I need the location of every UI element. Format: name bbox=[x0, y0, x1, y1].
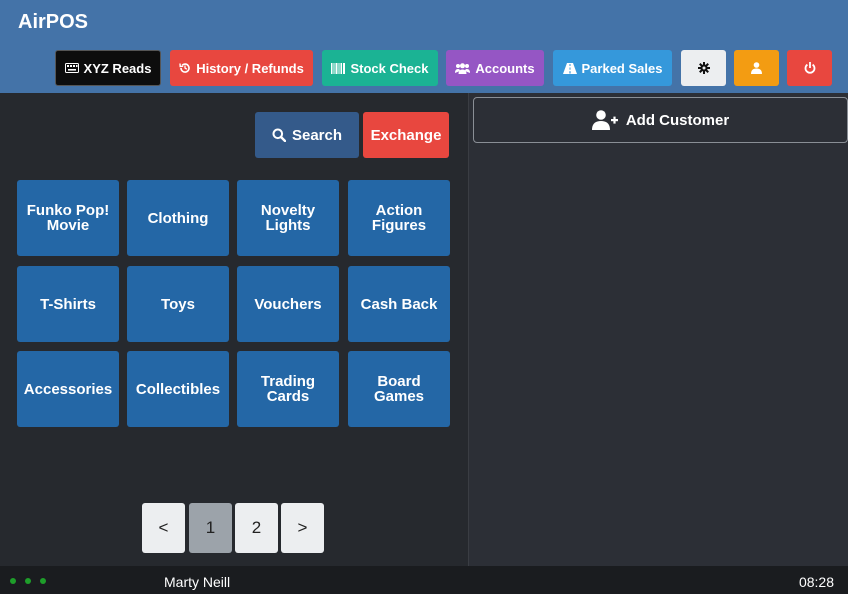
category-tile[interactable]: Accessories bbox=[17, 351, 119, 427]
status-bar: Marty Neill 08:28 bbox=[0, 566, 848, 594]
clock: 08:28 bbox=[798, 574, 834, 590]
category-tile[interactable]: Toys bbox=[127, 266, 229, 342]
category-tile-label: Toys bbox=[161, 295, 195, 313]
prev-page-button[interactable]: < bbox=[142, 503, 185, 553]
category-tile[interactable]: Funko Pop! Movie bbox=[17, 180, 119, 256]
history-icon bbox=[179, 63, 190, 73]
category-tile-label: Vouchers bbox=[254, 295, 322, 313]
category-tile-label: Action Figures bbox=[371, 202, 427, 234]
category-tile-label: Collectibles bbox=[135, 380, 221, 398]
category-tile-label: Cash Back bbox=[360, 295, 438, 313]
users-icon bbox=[455, 62, 471, 74]
category-tile-label: Board Games bbox=[373, 373, 425, 405]
user-plus-icon bbox=[591, 110, 618, 130]
add-customer-button[interactable]: Add Customer bbox=[473, 97, 848, 143]
category-tile-label: Novelty Lights bbox=[260, 202, 316, 234]
category-tile-label: Trading Cards bbox=[260, 373, 316, 405]
stock-check-label: Stock Check bbox=[350, 60, 429, 76]
search-button[interactable]: Search bbox=[255, 112, 359, 158]
category-tile[interactable]: Board Games bbox=[348, 351, 450, 427]
category-tile-label: Accessories bbox=[23, 380, 113, 398]
stock-check-button[interactable]: Stock Check bbox=[322, 50, 438, 86]
search-icon bbox=[272, 128, 286, 142]
keyboard-icon bbox=[64, 63, 79, 73]
category-tile[interactable]: Cash Back bbox=[348, 266, 450, 342]
parked-sales-button[interactable]: Parked Sales bbox=[553, 50, 672, 86]
app-title: AirPOS bbox=[18, 11, 89, 33]
road-icon bbox=[562, 62, 577, 74]
exchange-label: Exchange bbox=[370, 126, 442, 144]
page-2-button[interactable]: 2 bbox=[235, 503, 278, 553]
logout-button[interactable] bbox=[787, 50, 832, 86]
history-refunds-label: History / Refunds bbox=[196, 60, 304, 76]
category-tile[interactable]: Vouchers bbox=[237, 266, 339, 342]
search-label: Search bbox=[291, 126, 343, 144]
xyz-reads-label: XYZ Reads bbox=[83, 60, 152, 76]
page-2-label: 2 bbox=[251, 518, 262, 537]
category-tile-label: Funko Pop! Movie bbox=[26, 202, 110, 234]
category-tile-label: Clothing bbox=[147, 209, 209, 227]
history-refunds-button[interactable]: History / Refunds bbox=[170, 50, 313, 86]
prev-page-label: < bbox=[158, 518, 169, 537]
user-button[interactable] bbox=[734, 50, 779, 86]
next-page-button[interactable]: > bbox=[281, 503, 324, 553]
barcode-icon bbox=[331, 62, 346, 74]
category-tile[interactable]: Action Figures bbox=[348, 180, 450, 256]
page-1-button[interactable]: 1 bbox=[189, 503, 232, 553]
connection-status-icon bbox=[10, 578, 46, 584]
category-tile[interactable]: Collectibles bbox=[127, 351, 229, 427]
category-tile-label: T-Shirts bbox=[40, 295, 96, 313]
category-tile[interactable]: T-Shirts bbox=[17, 266, 119, 342]
add-customer-label: Add Customer bbox=[625, 111, 730, 129]
power-icon bbox=[804, 62, 815, 74]
category-tile[interactable]: Trading Cards bbox=[237, 351, 339, 427]
category-tile[interactable]: Clothing bbox=[127, 180, 229, 256]
xyz-reads-button[interactable]: XYZ Reads bbox=[55, 50, 161, 86]
next-page-label: > bbox=[297, 518, 308, 537]
accounts-label: Accounts bbox=[475, 60, 535, 76]
accounts-button[interactable]: Accounts bbox=[446, 50, 544, 86]
header-bar: AirPOS XYZ Reads History / Refunds Stock… bbox=[0, 0, 848, 93]
exchange-button[interactable]: Exchange bbox=[363, 112, 449, 158]
parked-sales-label: Parked Sales bbox=[581, 60, 663, 76]
page-1-label: 1 bbox=[205, 518, 216, 537]
category-tile[interactable]: Novelty Lights bbox=[237, 180, 339, 256]
settings-button[interactable] bbox=[681, 50, 726, 86]
user-icon bbox=[751, 62, 762, 74]
cart-panel bbox=[469, 93, 848, 566]
gear-icon bbox=[697, 62, 710, 74]
logged-in-user: Marty Neill bbox=[164, 574, 231, 590]
